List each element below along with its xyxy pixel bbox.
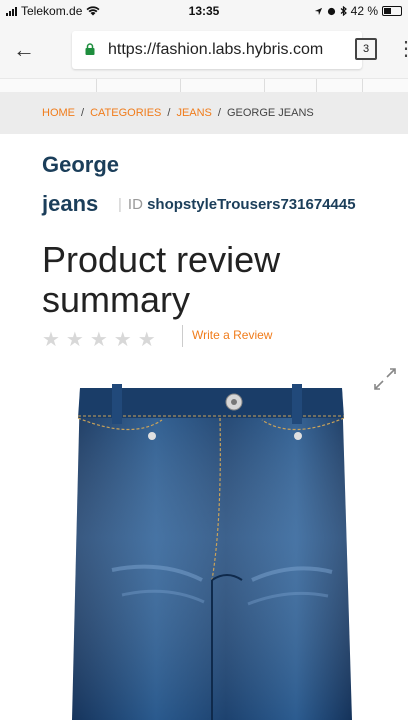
rating-divider: [182, 325, 183, 347]
review-summary-heading: Product review summary: [42, 239, 281, 320]
breadcrumb: HOME / CATEGORIES / JEANS / GEORGE JEANS: [0, 92, 408, 134]
bluetooth-icon: [340, 6, 347, 16]
breadcrumb-separator: /: [217, 107, 221, 119]
tab-switcher-button[interactable]: 3: [355, 38, 377, 60]
breadcrumb-separator: /: [167, 107, 171, 119]
product-name-line1: George: [42, 152, 120, 177]
breadcrumb-home-link[interactable]: HOME: [42, 107, 75, 119]
rating-stars: ★★★★★: [42, 329, 162, 351]
expand-image-icon[interactable]: [372, 366, 398, 392]
breadcrumb-categories-link[interactable]: CATEGORIES: [90, 107, 161, 119]
write-review-link[interactable]: Write a Review: [192, 328, 272, 342]
breadcrumb-current: GEORGE JEANS: [226, 107, 314, 119]
location-icon: [314, 7, 322, 15]
product-image[interactable]: [52, 380, 368, 720]
product-id: | ID shopstyleTrousers731674445: [118, 196, 356, 213]
url-text[interactable]: https://fashion.labs.hybris.com: [108, 41, 323, 59]
nav-strip: [0, 78, 408, 93]
alarm-icon: [327, 7, 335, 15]
browser-toolbar: ← https://fashion.labs.hybris.com 3 ⋮: [0, 22, 408, 78]
product-id-value: shopstyleTrousers731674445: [147, 196, 356, 213]
breadcrumb-separator: /: [81, 107, 85, 119]
battery-icon: [382, 6, 402, 16]
status-bar: Telekom.de 13:35 42 %: [0, 0, 408, 22]
battery-percent: 42 %: [350, 4, 378, 18]
breadcrumb-jeans-link[interactable]: JEANS: [176, 107, 211, 119]
id-divider: |: [118, 196, 122, 213]
menu-dots-icon[interactable]: ⋮: [396, 36, 408, 61]
product-id-label: ID: [127, 196, 143, 213]
status-right: 42 %: [314, 4, 402, 18]
back-arrow-icon[interactable]: ←: [10, 36, 38, 64]
address-bar[interactable]: https://fashion.labs.hybris.com: [72, 31, 362, 69]
lock-icon: [85, 43, 95, 55]
product-name-line2: jeans: [42, 191, 99, 216]
